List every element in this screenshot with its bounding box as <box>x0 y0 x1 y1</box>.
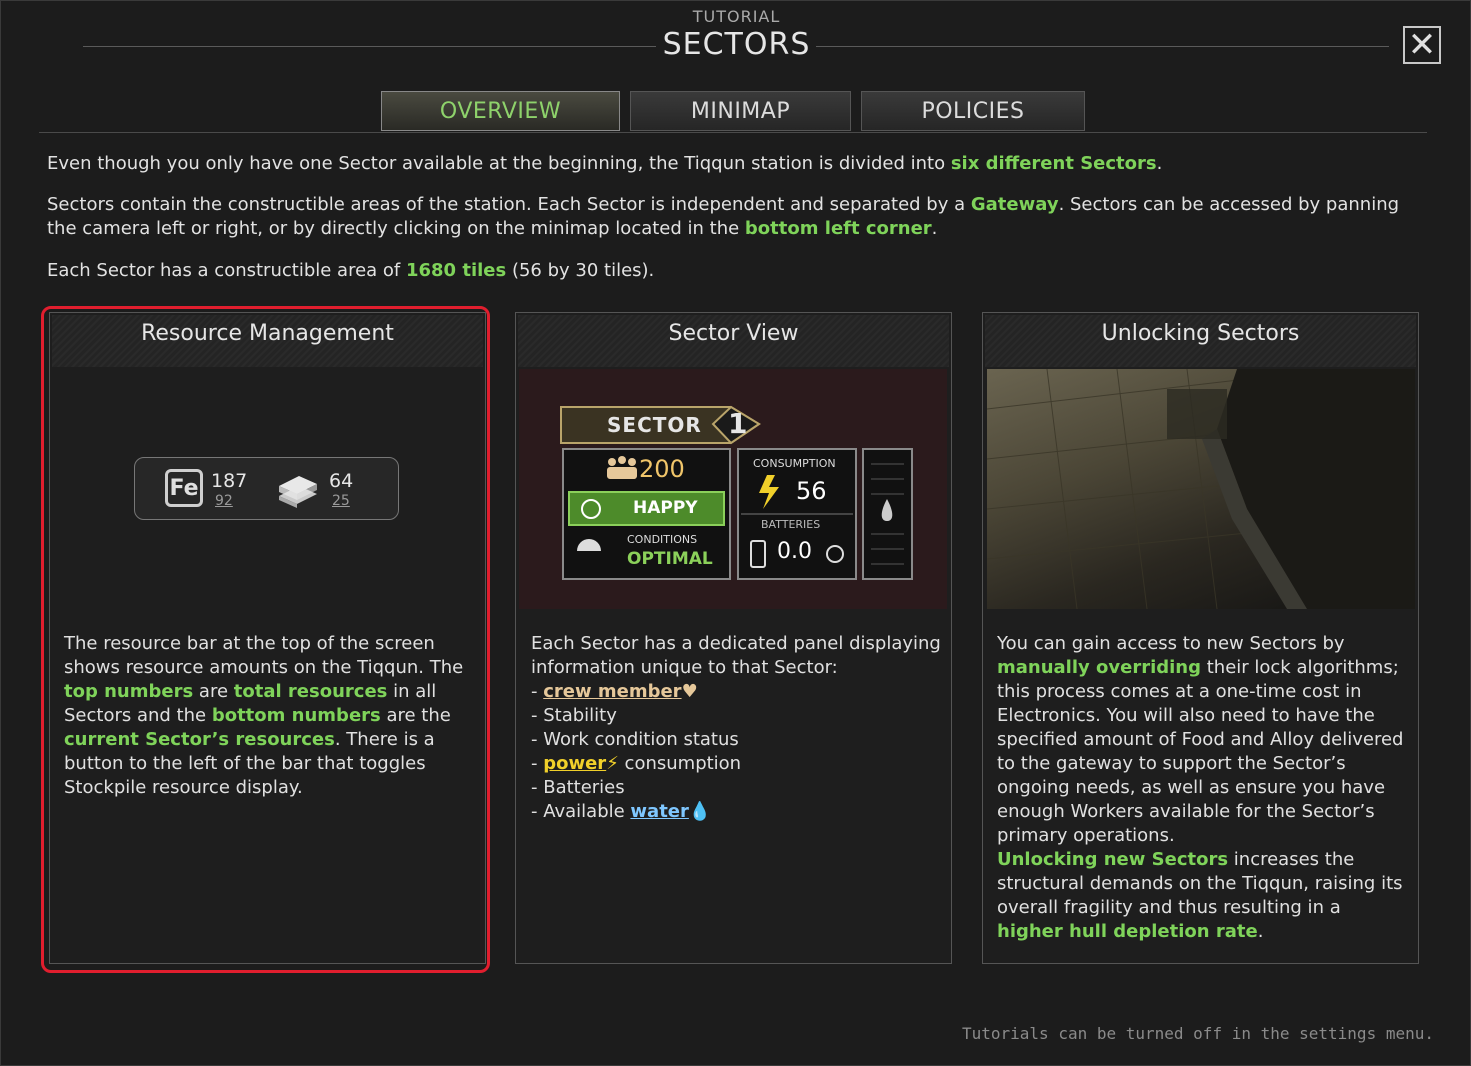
water-icon: 💧 <box>688 801 712 822</box>
batteries-value: 0.0 <box>777 539 812 564</box>
sector-label: SECTOR <box>607 413 702 437</box>
consumption-value: 56 <box>796 477 827 505</box>
crew-icon: ♥ <box>681 681 698 702</box>
mood-status: HAPPY <box>633 498 698 518</box>
sector-view-description: Each Sector has a dedicated panel displa… <box>531 633 941 822</box>
unlocking-screenshot-image <box>987 369 1415 609</box>
intro-paragraph-3: Each Sector has a constructible area of … <box>47 260 655 281</box>
batteries-label: BATTERIES <box>761 518 821 531</box>
sector-number: 1 <box>728 407 748 440</box>
close-button[interactable]: ✕ <box>1403 26 1441 64</box>
power-icon: ⚡ <box>606 753 619 774</box>
footer-hint: Tutorials can be turned off in the setti… <box>961 1024 1434 1043</box>
tutorial-window: Tutorial SECTORS ✕ OVERVIEW MINIMAP POLI… <box>0 0 1471 1066</box>
highlight-outline <box>41 306 490 973</box>
crew-count: 200 <box>639 455 685 483</box>
intro-paragraph-2: Sectors contain the constructible areas … <box>47 194 1400 239</box>
intro-paragraph-1: Even though you only have one Sector ava… <box>47 153 1163 174</box>
unlocking-description: You can gain access to new Sectors by ma… <box>997 633 1404 942</box>
card-title: Sector View <box>668 321 799 346</box>
header-subtitle: Tutorial <box>692 7 781 26</box>
card-title: Unlocking Sectors <box>1101 321 1300 346</box>
tab-overview[interactable]: OVERVIEW <box>381 91 620 131</box>
consumption-label: CONSUMPTION <box>753 457 836 470</box>
conditions-value: OPTIMAL <box>627 549 713 569</box>
tabs-divider <box>39 132 1427 133</box>
close-icon: ✕ <box>1407 25 1437 65</box>
sector-panel-image: SECTOR 1 200 HAPPY CONDITIONS OPTIMAL CO… <box>519 369 947 609</box>
conditions-label: CONDITIONS <box>627 533 698 546</box>
page-title: SECTORS <box>662 27 811 62</box>
tab-policies[interactable]: POLICIES <box>861 91 1085 131</box>
tab-minimap[interactable]: MINIMAP <box>630 91 851 131</box>
